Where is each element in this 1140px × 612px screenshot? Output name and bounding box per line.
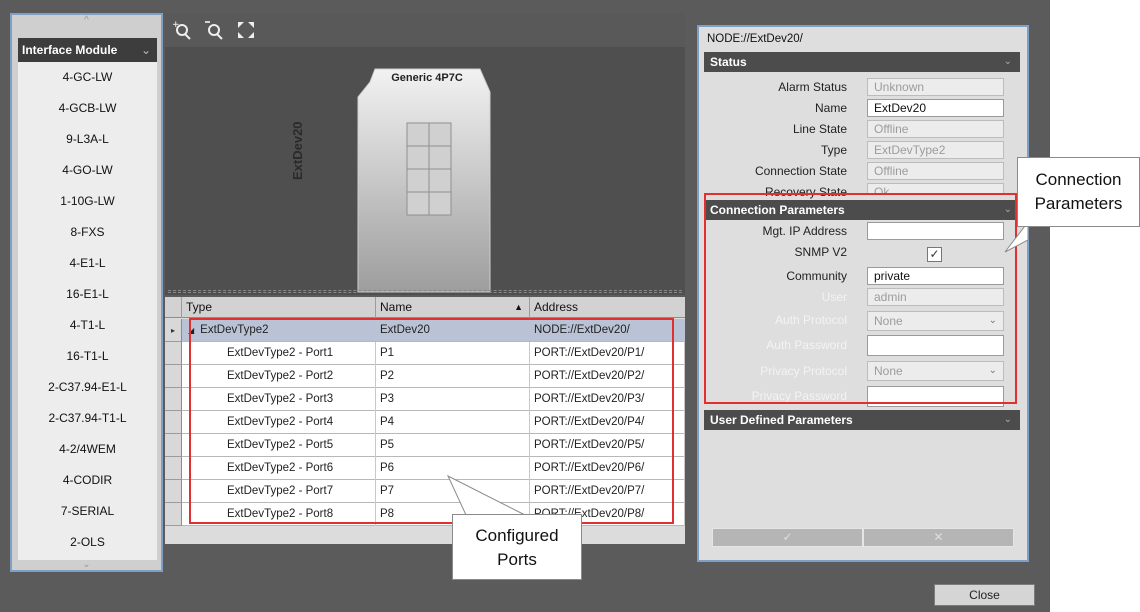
node-path: NODE://ExtDev20/	[707, 33, 803, 45]
status-section-title: Status	[710, 55, 747, 69]
device-model-label: Generic 4P7C	[391, 72, 463, 84]
chevron-down-icon: ⌄	[140, 43, 151, 57]
interface-module-dropdown[interactable]: Interface Module ⌄	[18, 38, 157, 62]
column-header-name-label: Name	[380, 300, 413, 314]
line-state-field: Offline	[867, 120, 1004, 138]
row-selector[interactable]	[165, 457, 182, 480]
connection-state-label: Connection State	[754, 164, 847, 178]
type-label: Type	[820, 143, 847, 157]
line-state-label: Line State	[792, 122, 847, 136]
module-item[interactable]: 4-GC-LW	[18, 62, 157, 93]
device-canvas[interactable]: Generic 4P7C	[165, 47, 685, 295]
column-header-type[interactable]: Type	[182, 297, 376, 318]
module-item[interactable]: 1-10G-LW	[18, 186, 157, 217]
connection-parameters-callout-text: Connection Parameters	[1034, 170, 1123, 213]
row-selector[interactable]	[165, 434, 182, 457]
canvas-divider[interactable]	[168, 290, 682, 293]
interface-module-panel: ^ Interface Module ⌄ 4-GC-LW 4-GCB-LW 9-…	[10, 13, 163, 572]
alarm-status-field: Unknown	[867, 78, 1004, 96]
module-item[interactable]: 9-L3A-L	[18, 124, 157, 155]
configured-ports-callout: Configured Ports	[452, 514, 582, 580]
name-label: Name	[814, 101, 847, 115]
row-selector[interactable]	[165, 342, 182, 365]
row-selector[interactable]: ▸	[165, 319, 182, 342]
zoom-out-icon[interactable]	[203, 19, 225, 41]
canvas-toolbar: +	[165, 13, 685, 47]
row-selector[interactable]	[165, 411, 182, 434]
module-item[interactable]: 4-2/4WEM	[18, 434, 157, 465]
close-button[interactable]: Close	[934, 584, 1035, 606]
interface-module-label: Interface Module	[22, 43, 118, 57]
name-field[interactable]: ExtDev20	[867, 99, 1004, 117]
module-item[interactable]: 2-OLS	[18, 527, 157, 558]
module-item[interactable]: 4-GCB-LW	[18, 93, 157, 124]
module-item[interactable]: 4-E1-L	[18, 248, 157, 279]
device-name-label: ExtDev20	[290, 121, 305, 180]
row-selector[interactable]	[165, 503, 182, 526]
row-selector[interactable]	[165, 365, 182, 388]
module-item[interactable]: 16-T1-L	[18, 341, 157, 372]
chevron-down-icon: ⌄	[1003, 56, 1012, 67]
module-item[interactable]: 8-FXS	[18, 217, 157, 248]
zoom-in-icon[interactable]: +	[171, 19, 193, 41]
module-list: 4-GC-LW 4-GCB-LW 9-L3A-L 4-GO-LW 1-10G-L…	[18, 62, 157, 560]
module-item[interactable]: 2-C37.94-E1-L	[18, 372, 157, 403]
module-item[interactable]: 2-C37.94-T1-L	[18, 403, 157, 434]
module-item[interactable]: 16-E1-L	[18, 279, 157, 310]
alarm-status-label: Alarm Status	[778, 80, 847, 94]
cancel-button[interactable]: ✕	[863, 528, 1014, 547]
connection-state-field: Offline	[867, 162, 1004, 180]
chevron-down-icon: ⌄	[1003, 414, 1012, 425]
module-item[interactable]: 4-CODIR	[18, 465, 157, 496]
table-header: Type Name ▲ Address	[165, 297, 685, 318]
scroll-down-icon[interactable]: ⌄	[12, 559, 161, 570]
fit-to-screen-icon[interactable]	[235, 19, 257, 41]
svg-text:+: +	[172, 20, 180, 30]
connection-parameters-callout: Connection Parameters	[1017, 157, 1140, 227]
sort-ascending-icon: ▲	[514, 302, 523, 312]
row-header-corner	[165, 297, 182, 318]
status-section-header[interactable]: Status ⌄	[704, 52, 1020, 72]
module-item[interactable]: 4-GO-LW	[18, 155, 157, 186]
connection-parameters-highlight	[704, 193, 1017, 404]
type-field: ExtDevType2	[867, 141, 1004, 159]
configured-ports-highlight	[189, 318, 674, 524]
apply-button[interactable]: ✓	[712, 528, 863, 547]
module-item[interactable]: 7-SERIAL	[18, 496, 157, 527]
module-item[interactable]: 4-T1-L	[18, 310, 157, 341]
configured-ports-callout-text: Configured Ports	[475, 526, 559, 569]
row-selector[interactable]	[165, 480, 182, 503]
device-graphic[interactable]	[165, 47, 685, 295]
row-selector[interactable]	[165, 388, 182, 411]
user-defined-section-title: User Defined Parameters	[710, 413, 853, 427]
scroll-up-icon[interactable]: ^	[12, 15, 161, 26]
user-defined-section-header[interactable]: User Defined Parameters ⌄	[704, 410, 1020, 430]
column-header-address[interactable]: Address	[530, 297, 685, 318]
column-header-name[interactable]: Name ▲	[376, 297, 530, 318]
